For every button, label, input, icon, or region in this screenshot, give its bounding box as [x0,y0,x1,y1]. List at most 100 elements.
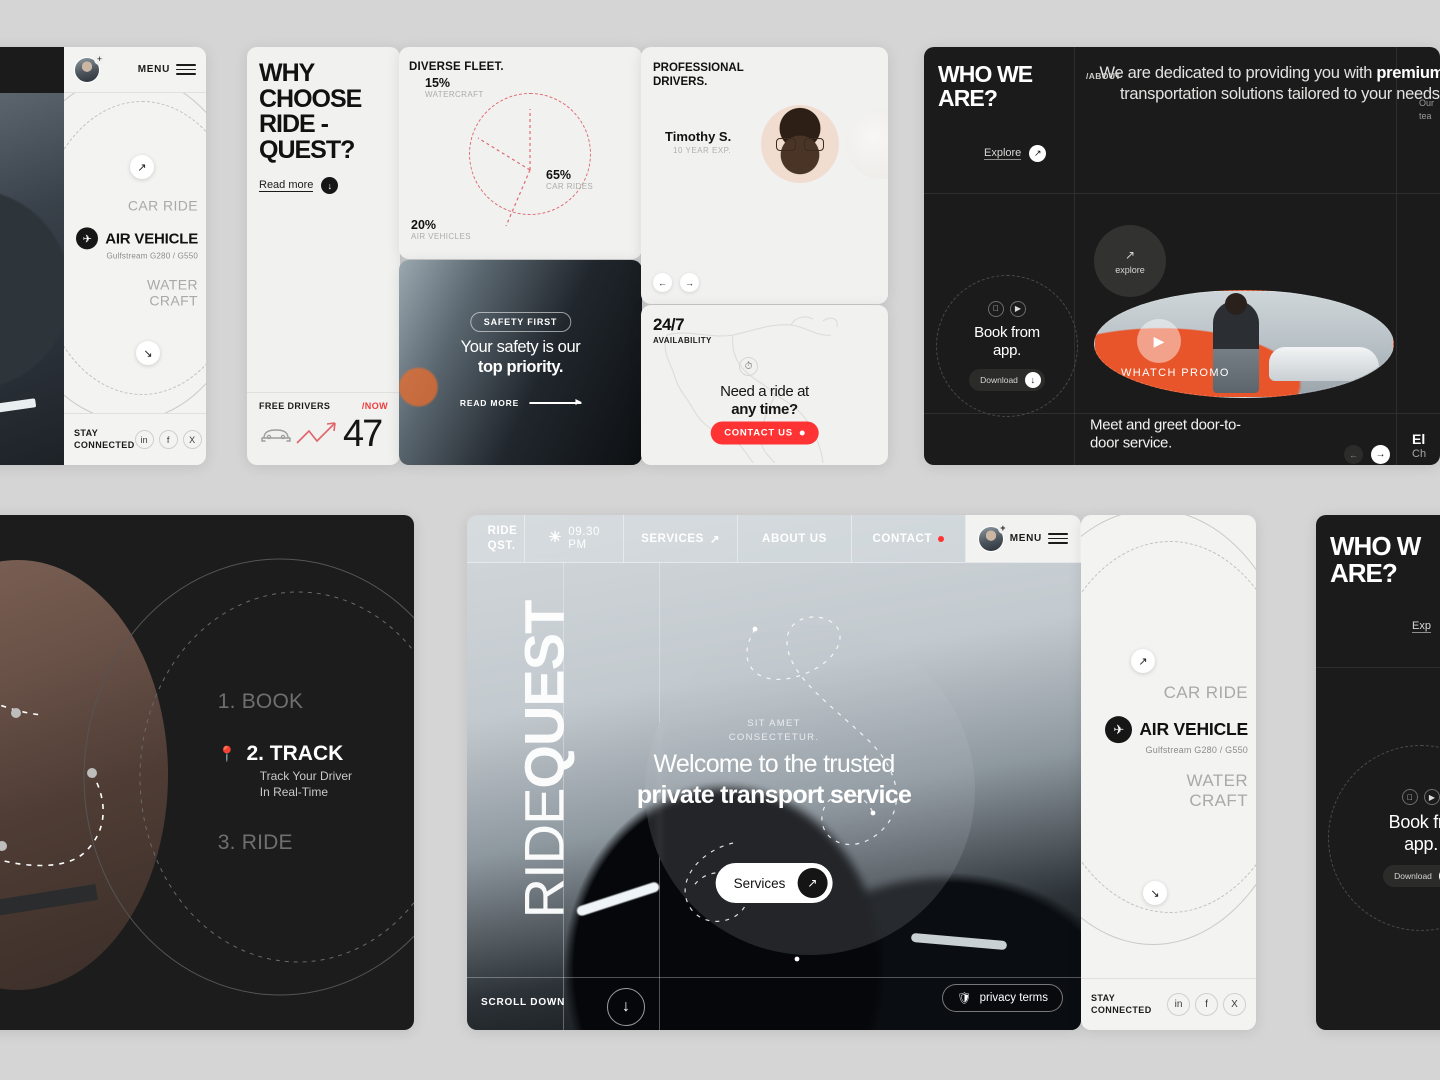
service-watercraft-l2[interactable]: CRAFT [76,293,198,309]
shield-icon: 🛡 [957,993,972,1005]
pie-label-car-rides: 65% CAR RIDES [546,168,594,192]
who-we-are-heading: WHO W ARE? [1330,532,1421,589]
fleet-pie-chart: 15% WATERCRAFT 65% CAR RIDES 20% AIR VEH… [399,76,642,259]
safety-first-chip: SAFETY FIRST [469,312,572,332]
pie-label-air-vehicles: 20% AIR VEHICLES [411,218,471,241]
nav-item-contact[interactable]: CONTACT [852,515,966,562]
step-1[interactable]: 1. BOOK [218,690,352,714]
avatar[interactable]: + [977,522,1009,552]
hamburger-icon [176,64,196,75]
linkedin-icon[interactable]: in [1167,993,1190,1016]
facebook-icon[interactable]: f [1195,993,1218,1016]
menu-button[interactable]: MENU [138,64,196,75]
menu-button[interactable]: MENU [1010,533,1068,544]
service-car-ride[interactable]: CAR RIDE [76,197,198,213]
facebook-icon[interactable]: f [158,430,178,449]
stay-line-2: CONNECTED [74,439,135,450]
brand-logo[interactable]: RIDE QST. [467,515,526,562]
service-watercraft-l1[interactable]: WATER [76,276,198,292]
airplane-icon: ✈ [76,227,99,250]
book-app-l1: Book fro [1388,812,1440,833]
step-2-sub-l1: Track Your Driver [259,768,352,783]
step-2[interactable]: 📍 2. TRACK [218,742,352,766]
apple-icon[interactable]:  [1402,789,1418,806]
drivers-heading: PROFESSIONAL DRIVERS. [641,47,888,90]
play-icon[interactable]: ▶ [1424,789,1440,806]
explore-label: Exp [1412,620,1431,633]
download-label: Download [980,375,1018,386]
row-divider [0,484,1440,498]
menu-label: MENU [1009,533,1042,544]
nav-item-about-us[interactable]: ABOUT US [738,515,852,562]
x-icon[interactable]: X [182,430,202,449]
services-button[interactable]: Services ↗ [715,863,833,903]
hero-eyebrow: SIT AMET CONSECTETUR. [467,717,1081,745]
x-icon[interactable]: X [1223,993,1246,1016]
carousel-prev-icon[interactable]: ← [1344,445,1363,464]
service-watercraft-l1[interactable]: WATER [1105,771,1248,791]
play-icon[interactable]: ▶ [1010,300,1026,317]
brand-line-2: QST. [487,539,516,552]
arrow-up-right-icon: ↗ [797,868,828,898]
contact-us-button[interactable]: CONTACT US [710,421,819,445]
footer: STAY CONNECTED in f X [64,413,206,465]
app-store-badges:  ▶ [1402,789,1440,806]
service-watercraft-l2[interactable]: CRAFT [1105,791,1248,811]
orbit-node-down-icon[interactable]: ↘ [136,341,160,365]
brand-line-1: RIDE [487,525,518,538]
nav-item-services[interactable]: SERVICES ↗ [624,515,739,562]
privacy-terms-button[interactable]: 🛡 privacy terms [942,984,1063,1012]
download-button[interactable]: Download ↓ [1383,864,1440,887]
explore-node-button[interactable]: ↗ explore [1094,225,1166,297]
download-button[interactable]: Download ↓ [969,369,1045,392]
play-icon[interactable]: ▶ [1137,319,1181,363]
carousel-next-icon[interactable]: → [1371,445,1390,464]
scroll-down-button[interactable]: ↓ [607,988,645,1026]
book-app-l1: Book from [974,323,1040,341]
add-icon[interactable]: + [997,522,1009,534]
read-more-button[interactable]: Read more ↓ [247,163,400,194]
carousel-prev-icon[interactable]: ← [653,273,672,292]
add-icon[interactable]: + [94,53,105,65]
linkedin-icon[interactable]: in [134,430,154,449]
who-we-are-l2: ARE? [938,84,998,111]
meet-l2: door service. [1090,435,1172,452]
availability-card: 24/7 AVAILABILITY ⏱ Need a ride at any t… [641,305,888,465]
diverse-fleet-heading: DIVERSE FLEET. [409,61,504,73]
our-team-l1: Our [1418,98,1434,108]
contact-nav-cell[interactable]: TACT [0,47,64,93]
who-we-are-card: WHO WE ARE? Explore ↗ /ABOUT We are dedi… [924,47,1440,465]
availability-question-l2: any time? [731,401,798,418]
safety-read-more-button[interactable]: READ MORE [460,398,582,408]
elite-title: El [1412,431,1426,447]
service-air-vehicle[interactable]: ✈ AIR VEHICLE [76,227,198,250]
steps-list: 1. BOOK 📍 2. TRACK Track Your Driver In … [218,690,352,856]
apple-icon[interactable]:  [988,300,1004,317]
safety-headline: Your safety is our top priority. [399,338,642,378]
hero-eyebrow-l2: CONSECTETUR. [728,731,820,743]
hero-headline-l1: Welcome to the trusted [653,750,895,778]
orbit-node-down-icon[interactable]: ↘ [1143,881,1167,905]
app-store-badges:  ▶ [988,300,1026,317]
about-text-bold: premium [1376,64,1440,82]
carousel-next-icon[interactable]: → [680,273,699,292]
who-we-are-l2: ARE? [1330,558,1398,589]
promo-carousel-controls: ← → [1344,445,1390,464]
orbit-node-up-icon[interactable]: ↗ [130,155,154,179]
pie-name-car-rides: CAR RIDES [546,182,594,192]
service-air-vehicle[interactable]: ✈ AIR VEHICLE [1105,716,1248,744]
elite-line-2: sus [1412,462,1429,465]
explore-button[interactable]: Exp [1412,620,1431,633]
stay-connected-label: STAY CONNECTED [1091,993,1152,1016]
step-3[interactable]: 3. RIDE [218,831,352,855]
service-car-ride[interactable]: CAR RIDE [1105,683,1248,703]
avatar[interactable]: + [74,53,105,83]
explore-button[interactable]: Explore ↗ [984,145,1047,162]
grid-line-horizontal-1 [1316,667,1440,668]
promo-video-thumbnail[interactable]: ▶ WHATCH PROMO [1094,290,1394,398]
menu-label: MENU [137,64,170,75]
orbit-node-up-icon[interactable]: ↗ [1131,649,1155,673]
arrow-up-right-icon: ↗ [1124,247,1136,262]
drivers-heading-l2: DRIVERS. [653,76,708,89]
book-from-app-title: Book from app. [974,324,1040,359]
